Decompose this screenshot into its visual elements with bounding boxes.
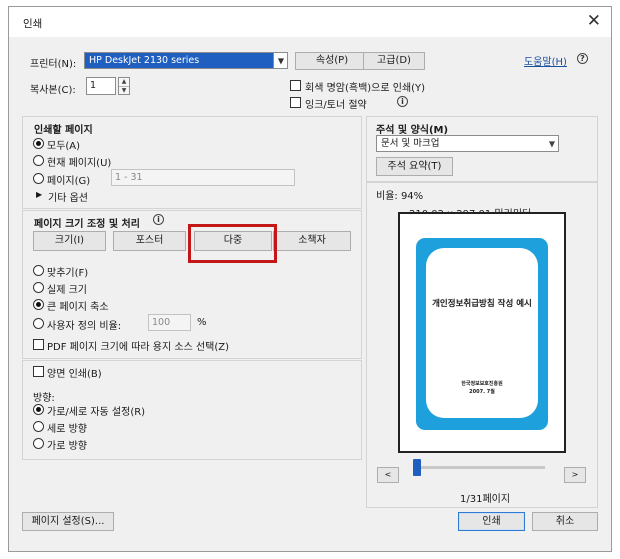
print-button[interactable]: 인쇄 [458, 512, 525, 531]
duplex-label: 양면 인쇄(B) [47, 369, 102, 380]
comments-select-value: 문서 및 마크업 [381, 138, 440, 149]
expand-arrow-icon[interactable]: ▶ [36, 190, 42, 199]
next-page-button[interactable]: > [564, 467, 586, 483]
radio-orientation-auto-label: 가로/세로 자동 설정(R) [47, 407, 146, 418]
window-title: 인쇄 [23, 18, 43, 30]
info-icon: i [153, 214, 164, 225]
duplex-checkbox[interactable] [33, 366, 44, 377]
printer-select[interactable]: HP DeskJet 2130 series ▼ [84, 52, 288, 69]
save-ink-checkbox[interactable] [290, 97, 301, 108]
grayscale-checkbox[interactable] [290, 80, 301, 91]
radio-shrink-label: 큰 페이지 축소 [47, 302, 109, 313]
help-link[interactable]: 도움말(H) [524, 53, 567, 68]
radio-current-page-label: 현재 페이지(U) [47, 158, 112, 169]
copies-label: 복사본(C): [30, 85, 76, 96]
comments-summary-button[interactable]: 주석 요약(T) [376, 157, 453, 176]
radio-pages[interactable] [33, 173, 44, 184]
tab-booklet[interactable]: 소책자 [273, 231, 351, 251]
copies-input[interactable]: 1 [86, 77, 116, 95]
percent-label: % [197, 317, 207, 328]
comments-select[interactable]: 문서 및 마크업 ▼ [376, 135, 559, 152]
more-options-label[interactable]: 기타 옵션 [48, 189, 88, 204]
radio-landscape-label: 가로 방향 [47, 441, 87, 452]
radio-all-label: 모두(A) [47, 141, 81, 152]
help-icon[interactable]: ? [577, 53, 588, 64]
radio-all[interactable] [33, 138, 44, 149]
printer-label: 프린터(N): [30, 59, 77, 70]
preview-doc-card: 개인정보취급방침 작성 예시 한국정보보호진흥원 2007. 7월 [416, 238, 548, 430]
properties-button[interactable]: 속성(P) [295, 52, 369, 70]
highlight-box [188, 224, 277, 263]
close-icon[interactable]: ✕ [587, 11, 601, 31]
prev-page-button[interactable]: < [377, 467, 399, 483]
tab-size[interactable]: 크기(I) [33, 231, 106, 251]
radio-fit-label: 맞추기(F) [47, 268, 89, 279]
page-slider-track[interactable] [417, 466, 545, 469]
preview-doc-date: 2007. 7월 [469, 389, 495, 395]
page-slider-thumb[interactable] [413, 459, 421, 476]
page-sizing-heading: 페이지 크기 조정 및 처리 [34, 219, 140, 230]
printer-select-value: HP DeskJet 2130 series [89, 55, 200, 66]
radio-current-page[interactable] [33, 155, 44, 166]
radio-fit[interactable] [33, 265, 44, 276]
radio-portrait-label: 세로 방향 [47, 424, 87, 435]
preview-doc-inner: 개인정보취급방침 작성 예시 한국정보보호진흥원 2007. 7월 [426, 248, 538, 418]
pdf-paper-source-checkbox[interactable] [33, 339, 44, 350]
radio-landscape[interactable] [33, 438, 44, 449]
info-icon: i [397, 96, 408, 107]
spinner-down-icon[interactable]: ▼ [119, 86, 129, 94]
tab-poster[interactable]: 포스터 [113, 231, 186, 251]
radio-orientation-auto[interactable] [33, 404, 44, 415]
radio-portrait[interactable] [33, 421, 44, 432]
custom-scale-input[interactable]: 100 [148, 314, 191, 331]
preview-page: 개인정보취급방침 작성 예시 한국정보보호진흥원 2007. 7월 [398, 212, 566, 453]
radio-custom-scale[interactable] [33, 318, 44, 329]
page-indicator: 1/31페이지 [460, 494, 511, 505]
cancel-button[interactable]: 취소 [532, 512, 598, 531]
pages-range-input[interactable]: 1 - 31 [111, 169, 295, 186]
title-bar: 인쇄 ✕ [9, 7, 611, 37]
copies-spinner[interactable]: ▲ ▼ [118, 77, 130, 95]
radio-custom-scale-label: 사용자 정의 비율: [47, 321, 122, 332]
save-ink-label: 잉크/토너 절약 [305, 100, 367, 111]
page-setup-button[interactable]: 페이지 설정(S)... [22, 512, 114, 531]
spinner-up-icon[interactable]: ▲ [119, 78, 129, 86]
radio-pages-label: 페이지(G) [47, 176, 91, 187]
chevron-down-icon: ▼ [548, 139, 555, 148]
chevron-down-icon: ▼ [277, 56, 284, 65]
radio-shrink[interactable] [33, 299, 44, 310]
pdf-paper-source-label: PDF 페이지 크기에 따라 용지 소스 선택(Z) [47, 342, 230, 353]
advanced-button[interactable]: 고급(D) [363, 52, 425, 70]
grayscale-label: 회색 명암(흑백)으로 인쇄(Y) [305, 83, 426, 94]
preview-doc-title: 개인정보취급방침 작성 예시 [432, 299, 532, 309]
radio-actual-size[interactable] [33, 282, 44, 293]
radio-actual-size-label: 실제 크기 [47, 285, 87, 296]
preview-scale: 비율: 94% [376, 191, 424, 202]
pages-heading: 인쇄할 페이지 [34, 125, 93, 136]
orientation-heading: 방향: [33, 393, 55, 404]
preview-doc-org: 한국정보보호진흥원 [461, 381, 503, 387]
comments-heading: 주석 및 양식(M) [376, 125, 449, 136]
